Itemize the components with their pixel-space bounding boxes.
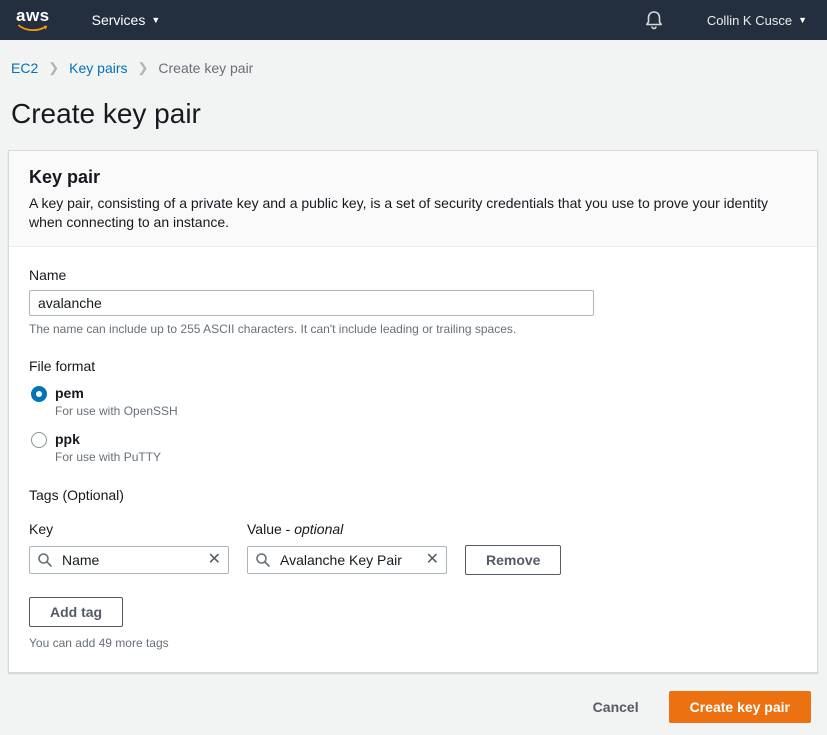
tags-label: Tags (Optional) (29, 487, 797, 503)
search-icon (37, 552, 53, 571)
user-name: Collin K Cusce (707, 13, 792, 28)
breadcrumb-ec2[interactable]: EC2 (11, 60, 38, 76)
clear-key-icon[interactable]: ✕ (206, 549, 223, 571)
aws-logo-text: aws (16, 8, 50, 23)
notifications-bell-icon[interactable] (645, 10, 663, 30)
user-menu[interactable]: Collin K Cusce ▼ (707, 13, 807, 28)
page-title: Create key pair (0, 76, 827, 130)
cancel-button[interactable]: Cancel (593, 699, 639, 715)
radio-pem-label: pem (55, 385, 178, 401)
clear-value-icon[interactable]: ✕ (424, 549, 441, 571)
top-navbar: aws Services ▼ Collin K Cusce ▼ (0, 0, 827, 40)
name-input[interactable] (29, 290, 594, 316)
card-description: A key pair, consisting of a private key … (29, 194, 797, 232)
services-label: Services (92, 12, 146, 28)
file-format-group: File format pem For use with OpenSSH ppk… (29, 358, 797, 464)
tags-remaining-text: You can add 49 more tags (29, 636, 797, 650)
card-header: Key pair A key pair, consisting of a pri… (9, 151, 817, 247)
radio-ppk-description: For use with PuTTY (55, 450, 161, 464)
add-tag-button[interactable]: Add tag (29, 597, 123, 627)
key-pair-card: Key pair A key pair, consisting of a pri… (8, 150, 818, 673)
tag-value-column-label: Value - optional (247, 521, 343, 537)
aws-smile-icon (18, 24, 48, 32)
card-body: Name The name can include up to 255 ASCI… (9, 247, 817, 672)
tag-key-column-label: Key (29, 521, 247, 537)
breadcrumb-separator-icon: ❯ (138, 60, 149, 76)
breadcrumb: EC2 ❯ Key pairs ❯ Create key pair (0, 40, 827, 76)
breadcrumb-separator-icon: ❯ (48, 60, 59, 76)
footer-actions: Cancel Create key pair (0, 673, 827, 723)
card-title: Key pair (29, 167, 797, 188)
breadcrumb-key-pairs[interactable]: Key pairs (69, 60, 127, 76)
name-hint: The name can include up to 255 ASCII cha… (29, 322, 797, 336)
radio-option-pem[interactable]: pem For use with OpenSSH (29, 385, 797, 418)
radio-unselected-icon[interactable] (31, 432, 47, 448)
tag-key-input[interactable] (29, 546, 229, 574)
tag-value-input[interactable] (247, 546, 447, 574)
radio-pem-description: For use with OpenSSH (55, 404, 178, 418)
chevron-down-icon: ▼ (151, 15, 160, 25)
services-menu[interactable]: Services ▼ (92, 12, 161, 28)
radio-ppk-label: ppk (55, 431, 161, 447)
tag-value-label-optional: optional (294, 521, 343, 537)
radio-selected-icon[interactable] (31, 386, 47, 402)
aws-logo[interactable]: aws (16, 8, 50, 32)
radio-option-ppk[interactable]: ppk For use with PuTTY (29, 431, 797, 464)
create-key-pair-button[interactable]: Create key pair (669, 691, 811, 723)
remove-tag-button[interactable]: Remove (465, 545, 561, 575)
name-label: Name (29, 267, 797, 283)
breadcrumb-current: Create key pair (158, 60, 253, 76)
tag-value-label-text: Value - (247, 521, 294, 537)
chevron-down-icon: ▼ (798, 15, 807, 25)
tags-section: Tags (Optional) Key Value - optional (29, 487, 797, 650)
tag-row: ✕ ✕ Remove (29, 545, 797, 575)
search-icon (255, 552, 271, 571)
file-format-label: File format (29, 358, 797, 374)
